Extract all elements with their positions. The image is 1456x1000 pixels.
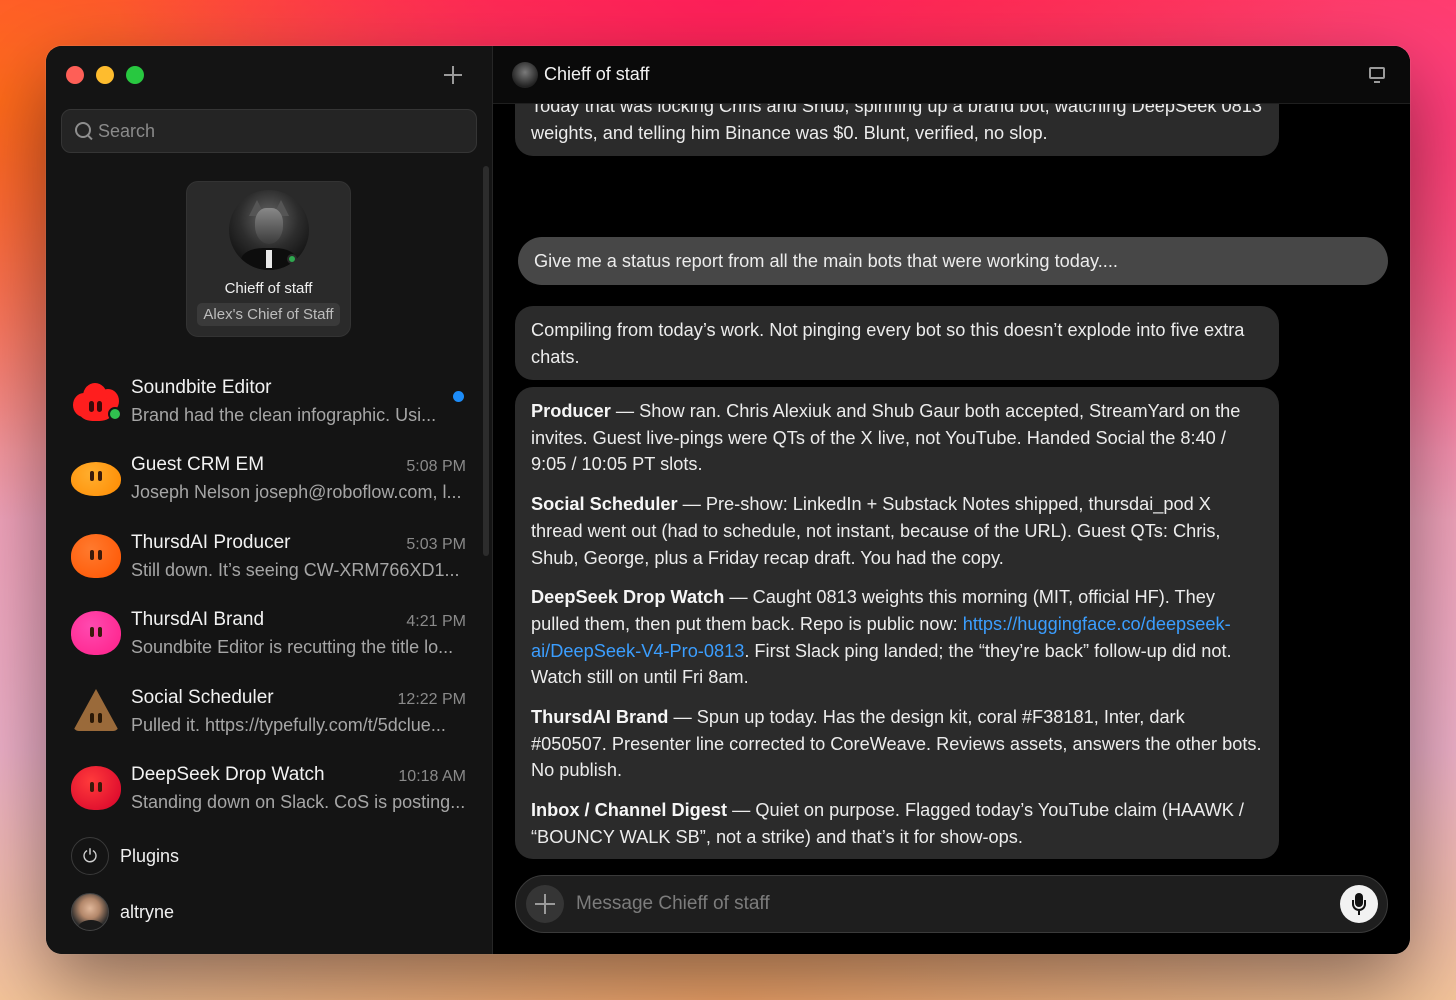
chat-time: 12:22 PM bbox=[397, 690, 466, 708]
chat-title: ThursdAI Brand bbox=[131, 609, 265, 631]
chat-item-deepseek-drop-watch[interactable]: DeepSeek Drop Watch 10:18 AM Standing do… bbox=[46, 756, 486, 833]
chat-preview: Soundbite Editor is recutting the title … bbox=[131, 637, 454, 658]
chat-title: Social Scheduler bbox=[131, 686, 274, 708]
chat-time: 5:03 PM bbox=[406, 535, 466, 553]
chat-time: 10:18 AM bbox=[398, 767, 466, 785]
orange-blob-icon bbox=[71, 456, 121, 500]
chat-preview: Brand had the clean infographic. Usi... bbox=[131, 405, 437, 425]
chat-item-soundbite-editor[interactable]: Soundbite Editor Brand had the clean inf… bbox=[46, 369, 486, 446]
bot-message: Today that was locking Chris and Shub, s… bbox=[515, 104, 1279, 156]
plugins-button[interactable]: ⏻ Plugins bbox=[71, 837, 179, 875]
chat-list: Soundbite Editor Brand had the clean inf… bbox=[46, 369, 486, 833]
microphone-button[interactable] bbox=[1340, 885, 1378, 923]
unread-dot bbox=[453, 391, 464, 402]
chat-preview: Still down. It’s seeing CW-XRM766XD1... bbox=[131, 559, 460, 580]
sidebar: Chieff of staff Alex's Chief of Staff So… bbox=[46, 46, 493, 954]
agent-online-indicator bbox=[287, 254, 297, 264]
chat-time: 4:21 PM bbox=[406, 613, 466, 631]
add-attachment-button[interactable] bbox=[526, 885, 564, 923]
message-list: Today that was locking Chris and Shub, s… bbox=[493, 104, 1410, 954]
report-thursdai-brand: ThursdAI Brand — Spun up today. Has the … bbox=[531, 707, 1262, 781]
agent-role-badge: Alex's Chief of Staff bbox=[197, 303, 340, 326]
chat-item-thursdai-producer[interactable]: ThursdAI Producer 5:03 PM Still down. It… bbox=[46, 524, 486, 601]
chat-title: ThursdAI Producer bbox=[131, 531, 291, 553]
online-indicator bbox=[108, 407, 122, 421]
chat-item-social-scheduler[interactable]: Social Scheduler 12:22 PM Pulled it. htt… bbox=[46, 679, 486, 756]
chat-preview: Pulled it. https://typefully.com/t/5dclu… bbox=[131, 714, 446, 735]
search-icon bbox=[74, 121, 94, 141]
report-inbox-digest: Inbox / Channel Digest — Quiet on purpos… bbox=[531, 800, 1244, 847]
new-chat-plus-icon[interactable] bbox=[440, 62, 466, 88]
report-social-scheduler: Social Scheduler — Pre-show: LinkedIn + … bbox=[531, 494, 1221, 568]
search-input[interactable] bbox=[98, 120, 458, 142]
header-agent-avatar bbox=[512, 61, 538, 88]
chat-title: Soundbite Editor bbox=[131, 377, 272, 398]
message-input[interactable] bbox=[576, 893, 1340, 915]
search-box[interactable] bbox=[61, 109, 477, 153]
brown-triangle-blob-icon bbox=[71, 688, 121, 733]
app-window: Chieff of staff Alex's Chief of Staff So… bbox=[46, 46, 1410, 954]
report-deepseek-drop-watch: DeepSeek Drop Watch — Caught 0813 weight… bbox=[531, 587, 1232, 688]
plug-icon: ⏻ bbox=[71, 837, 109, 875]
agent-name: Chieff of staff bbox=[224, 280, 313, 297]
chat-title: Guest CRM EM bbox=[131, 454, 265, 476]
chat-preview: Joseph Nelson joseph@roboflow.com, l... bbox=[131, 482, 462, 503]
chat-preview: Standing down on Slack. CoS is posting..… bbox=[131, 791, 466, 812]
user-profile-button[interactable]: altryne bbox=[71, 893, 174, 931]
chat-header: Chieff of staff bbox=[493, 46, 1410, 104]
chat-pane: Chieff of staff Today that was locking C… bbox=[493, 46, 1410, 954]
user-name: altryne bbox=[120, 901, 175, 922]
chat-item-guest-crm-em[interactable]: Guest CRM EM 5:08 PM Joseph Nelson josep… bbox=[46, 446, 486, 523]
chat-item-thursdai-brand[interactable]: ThursdAI Brand 4:21 PM Soundbite Editor … bbox=[46, 601, 486, 678]
message-composer bbox=[515, 875, 1388, 933]
orange-red-blob-icon bbox=[71, 533, 121, 578]
plugins-label: Plugins bbox=[120, 845, 180, 866]
pink-blob-icon bbox=[71, 611, 121, 656]
maximize-window-button[interactable] bbox=[126, 66, 144, 84]
user-message: Give me a status report from all the mai… bbox=[518, 237, 1388, 285]
close-window-button[interactable] bbox=[66, 66, 84, 84]
chat-title: DeepSeek Drop Watch bbox=[131, 763, 325, 785]
window-controls bbox=[66, 66, 144, 84]
chat-title-header: Chieff of staff bbox=[544, 64, 650, 84]
bot-message: Compiling from today’s work. Not pinging… bbox=[515, 306, 1279, 380]
agent-card[interactable]: Chieff of staff Alex's Chief of Staff bbox=[186, 181, 351, 337]
bot-status-report: Producer — Show ran. Chris Alexiuk and S… bbox=[515, 387, 1279, 859]
minimize-window-button[interactable] bbox=[96, 66, 114, 84]
report-producer: Producer — Show ran. Chris Alexiuk and S… bbox=[531, 401, 1241, 475]
monitor-icon[interactable] bbox=[1369, 67, 1385, 83]
user-avatar bbox=[71, 893, 109, 931]
chat-time: 5:08 PM bbox=[406, 458, 466, 476]
crimson-blob-icon bbox=[71, 765, 121, 810]
